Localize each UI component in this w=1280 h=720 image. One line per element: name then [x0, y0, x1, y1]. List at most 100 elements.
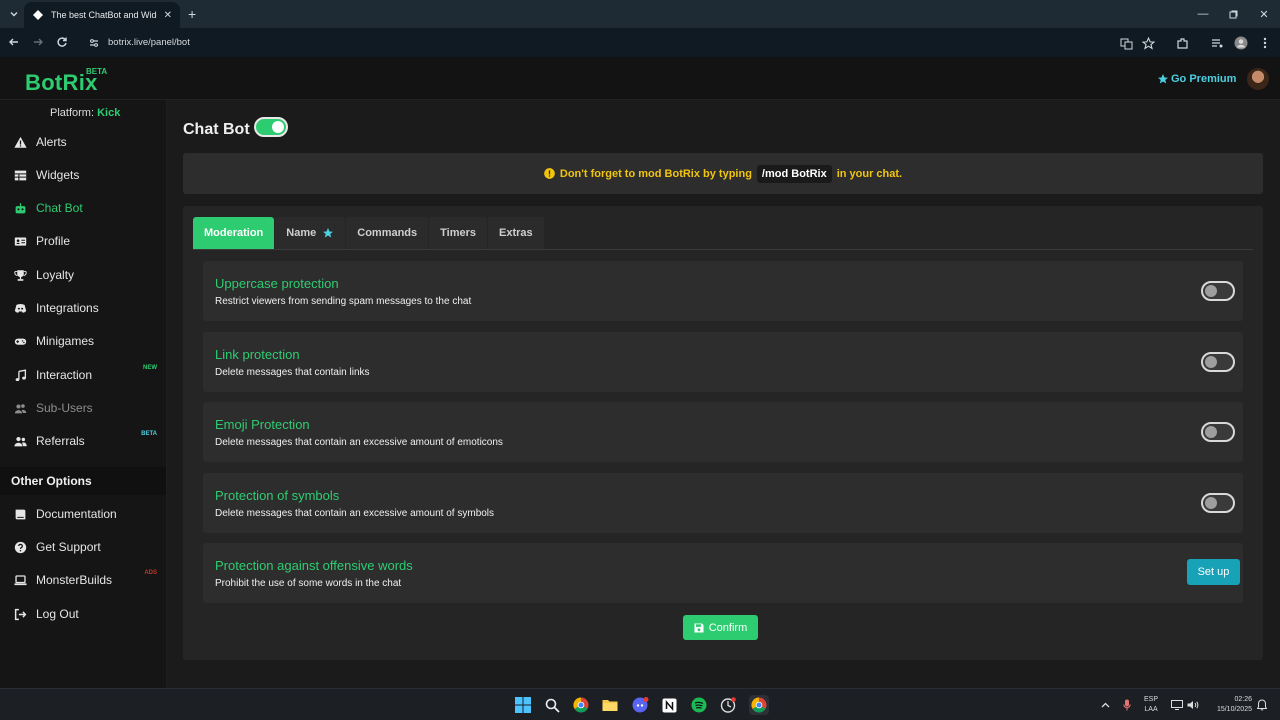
- beta-badge: BETA: [141, 431, 157, 437]
- set-up-button[interactable]: Set up: [1187, 559, 1240, 585]
- restore-icon[interactable]: [1224, 5, 1242, 23]
- sidebar-item-profile[interactable]: Profile: [0, 226, 166, 256]
- url-text: botrix.live/panel/bot: [108, 37, 190, 48]
- extensions-icon[interactable]: [1175, 36, 1189, 50]
- tab-label: Timers: [440, 227, 477, 239]
- tab-timers[interactable]: Timers: [429, 217, 488, 249]
- sidebar: Platform: Kick Alerts Widgets Chat Bot P…: [0, 100, 167, 688]
- sidebar-item-monsterbuilds[interactable]: MonsterBuilds ADS: [0, 565, 166, 595]
- notice-prefix: Don't forget to mod BotRix by typing: [559, 167, 752, 180]
- sidebar-item-interaction[interactable]: Interaction NEW: [0, 360, 166, 390]
- platform-value: Kick: [97, 107, 121, 119]
- microphone-icon[interactable]: [1121, 699, 1133, 711]
- sidebar-item-label: Widgets: [36, 168, 80, 182]
- user-avatar[interactable]: [1247, 68, 1269, 90]
- question-icon: [14, 541, 27, 553]
- sidebar-item-label: Minigames: [36, 334, 95, 348]
- sidebar-item-widgets[interactable]: Widgets: [0, 160, 166, 190]
- tab-extras[interactable]: Extras: [488, 217, 544, 249]
- robot-icon: [15, 202, 26, 213]
- network-icon[interactable]: [1171, 699, 1183, 711]
- sidebar-item-label: Referrals: [36, 434, 85, 448]
- windows-taskbar: ESP LAA 02:26 15/10/2025: [0, 688, 1280, 720]
- chrome-active-icon[interactable]: [749, 695, 769, 715]
- laptop-icon: [14, 574, 27, 585]
- tab-moderation[interactable]: Moderation: [193, 217, 275, 249]
- layout-code: LAA: [1144, 706, 1158, 713]
- confirm-label: Confirm: [708, 621, 748, 634]
- search-icon[interactable]: [543, 696, 561, 714]
- sidebar-item-documentation[interactable]: Documentation: [0, 499, 166, 529]
- star-icon: [1158, 74, 1168, 84]
- user-friends-icon: [14, 436, 27, 446]
- clock-date: 15/10/2025: [1216, 706, 1252, 713]
- sidebar-item-chat-bot[interactable]: Chat Bot: [0, 193, 166, 223]
- translate-icon[interactable]: [1119, 36, 1133, 50]
- sidebar-item-loyalty[interactable]: Loyalty: [0, 260, 166, 290]
- sidebar-item-alerts[interactable]: Alerts: [0, 127, 166, 157]
- address-bar[interactable]: botrix.live/panel/bot: [78, 31, 1168, 54]
- system-clock[interactable]: 02:26 15/10/2025: [1206, 695, 1252, 715]
- symbols-protection-toggle[interactable]: [1201, 493, 1235, 513]
- app-icon[interactable]: [719, 696, 737, 714]
- emoji-protection-toggle[interactable]: [1201, 422, 1235, 442]
- tab-search-chevron-icon[interactable]: [6, 6, 22, 22]
- sidebar-item-log-out[interactable]: Log Out: [0, 599, 166, 629]
- reload-icon[interactable]: [54, 34, 70, 50]
- windows-start-icon[interactable]: [514, 696, 532, 714]
- tab-close-icon[interactable]: ✕: [164, 10, 172, 21]
- star-icon: [323, 228, 334, 238]
- sidebar-item-referrals[interactable]: Referrals BETA: [0, 426, 166, 456]
- sidebar-item-label: Alerts: [36, 135, 67, 149]
- sidebar-item-integrations[interactable]: Integrations: [0, 293, 166, 323]
- sidebar-item-label: Integrations: [36, 301, 99, 315]
- chrome-icon[interactable]: [572, 696, 590, 714]
- tab-label: Commands: [357, 227, 418, 239]
- confirm-button[interactable]: Confirm: [683, 615, 758, 640]
- go-premium-link[interactable]: Go Premium: [1157, 73, 1236, 85]
- gamepad-icon: [14, 338, 27, 345]
- browser-toolbar: botrix.live/panel/bot: [0, 28, 1280, 57]
- sign-out-icon: [14, 608, 27, 620]
- table-icon: [14, 170, 27, 180]
- media-queue-icon[interactable]: [1210, 36, 1224, 50]
- sidebar-item-minigames[interactable]: Minigames: [0, 326, 166, 356]
- bookmark-star-icon[interactable]: [1141, 36, 1155, 50]
- setting-emoji-protection: Emoji Protection Delete messages that co…: [203, 402, 1243, 462]
- keyboard-language-indicator[interactable]: ESP LAA: [1144, 695, 1158, 715]
- notion-icon[interactable]: [660, 696, 678, 714]
- toggle-knob: [1205, 497, 1217, 509]
- spotify-icon[interactable]: [690, 696, 708, 714]
- volume-icon[interactable]: [1187, 699, 1199, 711]
- file-explorer-icon[interactable]: [601, 696, 619, 714]
- window-close-icon[interactable]: ✕: [1255, 5, 1273, 23]
- sidebar-item-get-support[interactable]: Get Support: [0, 532, 166, 562]
- setting-description: Prohibit the use of some words in the ch…: [215, 578, 402, 589]
- sidebar-item-label: MonsterBuilds: [36, 573, 113, 587]
- minimize-icon[interactable]: —: [1194, 5, 1212, 23]
- tray-chevron-up-icon[interactable]: [1099, 699, 1111, 711]
- back-arrow-icon[interactable]: [6, 34, 22, 50]
- trophy-icon: [14, 269, 27, 281]
- sidebar-item-label: Documentation: [36, 507, 117, 521]
- tab-name[interactable]: Name: [275, 217, 346, 249]
- forward-arrow-icon[interactable]: [30, 34, 46, 50]
- chat-bot-enabled-toggle[interactable]: [254, 117, 288, 137]
- setting-link-protection: Link protection Delete messages that con…: [203, 332, 1243, 392]
- botrix-favicon-icon: [32, 9, 44, 21]
- browser-tab[interactable]: The best ChatBot and Widgets ✕: [24, 2, 180, 28]
- setting-description: Delete messages that contain an excessiv…: [215, 437, 503, 448]
- warning-icon: [14, 136, 27, 148]
- ads-badge: ADS: [144, 570, 157, 576]
- new-tab-plus-icon[interactable]: +: [188, 6, 196, 22]
- site-info-icon[interactable]: [88, 37, 100, 49]
- uppercase-protection-toggle[interactable]: [1201, 281, 1235, 301]
- profile-avatar-icon[interactable]: [1234, 36, 1248, 50]
- toggle-knob: [1205, 356, 1217, 368]
- link-protection-toggle[interactable]: [1201, 352, 1235, 372]
- tab-commands[interactable]: Commands: [346, 217, 429, 249]
- notification-bell-icon[interactable]: [1256, 699, 1268, 711]
- discord-app-icon[interactable]: [631, 696, 649, 714]
- browser-menu-icon[interactable]: [1258, 36, 1272, 50]
- sidebar-item-sub-users[interactable]: Sub-Users: [0, 393, 166, 423]
